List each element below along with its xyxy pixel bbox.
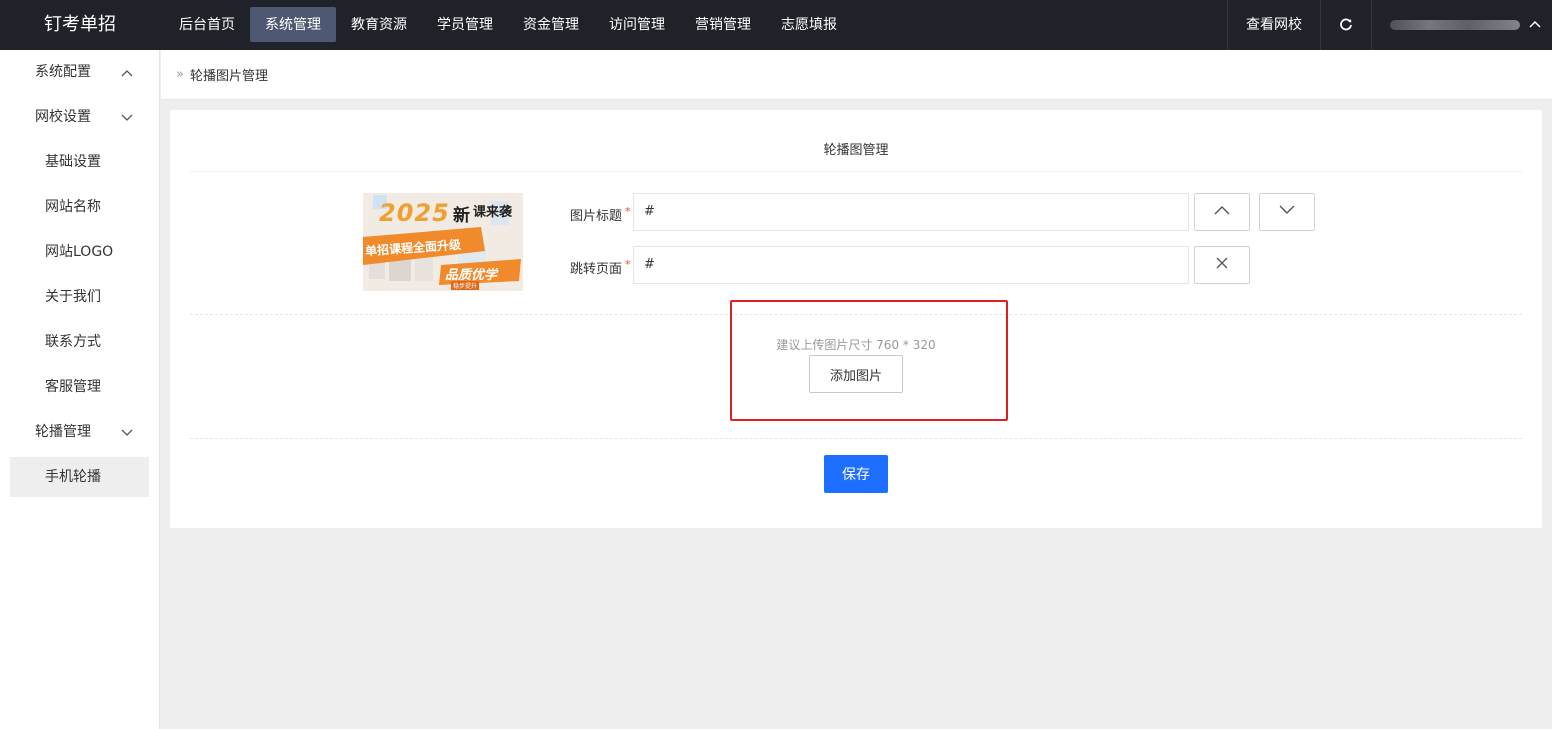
sidebar-item-customer-service[interactable]: 客服管理	[0, 365, 159, 410]
nav-label: 资金管理	[523, 17, 579, 33]
nav-item-dashboard[interactable]: 后台首页	[164, 0, 250, 50]
nav-item-education[interactable]: 教育资源	[336, 0, 422, 50]
sidebar-item-contact[interactable]: 联系方式	[0, 320, 159, 365]
main-nav: 后台首页 系统管理 教育资源 学员管理 资金管理 访问管理 营销管理 志愿填报	[164, 0, 852, 50]
sidebar-group-label: 网校设置	[35, 109, 91, 125]
nav-item-marketing[interactable]: 营销管理	[680, 0, 766, 50]
sidebar-item-about-us[interactable]: 关于我们	[0, 275, 159, 320]
carousel-editor-card: 轮播图管理 2025 新 课来袭 单招课程全面升级 品质优学 稳步提升 图片标题…	[170, 110, 1542, 528]
close-icon	[1215, 256, 1229, 274]
top-right-tools: 查看网校	[1227, 0, 1552, 50]
sidebar-item-site-name[interactable]: 网站名称	[0, 185, 159, 230]
sidebar-group-label: 轮播管理	[35, 424, 91, 440]
sidebar: 系统配置 网校设置 基础设置 网站名称 网站LOGO 关于我们 联系方式 客服管…	[0, 50, 160, 729]
nav-item-finance[interactable]: 资金管理	[508, 0, 594, 50]
nav-label: 访问管理	[609, 17, 665, 33]
double-chevron-right-icon: »	[176, 67, 184, 82]
sidebar-group-label: 系统配置	[35, 64, 91, 80]
chevron-down-icon	[1278, 204, 1296, 220]
sidebar-item-basic-settings[interactable]: 基础设置	[0, 140, 159, 185]
nav-label: 志愿填报	[781, 17, 837, 33]
sidebar-item-site-logo[interactable]: 网站LOGO	[0, 230, 159, 275]
nav-label: 学员管理	[437, 17, 493, 33]
link-field-label: 跳转页面 *	[570, 258, 631, 277]
label-text: 图片标题	[570, 209, 623, 224]
save-button[interactable]: 保存	[824, 455, 888, 493]
breadcrumb-current[interactable]: 轮播图片管理	[190, 65, 268, 84]
title-field-label: 图片标题 *	[570, 205, 631, 224]
required-mark: *	[625, 258, 631, 271]
label-text: 跳转页面	[570, 262, 623, 277]
banner-tag-courses: 课来袭	[473, 205, 513, 220]
sidebar-group-system-config[interactable]: 系统配置	[0, 50, 159, 95]
nav-label: 营销管理	[695, 17, 751, 33]
divider	[190, 438, 1522, 439]
nav-item-visits[interactable]: 访问管理	[594, 0, 680, 50]
refresh-icon[interactable]	[1321, 0, 1371, 50]
banner-tag-new: 新	[453, 206, 470, 226]
nav-item-application[interactable]: 志愿填报	[766, 0, 852, 50]
move-down-button[interactable]	[1259, 193, 1315, 231]
banner-year: 2025	[379, 199, 450, 227]
top-navbar: 钉考单招 后台首页 系统管理 教育资源 学员管理 资金管理 访问管理 营销管理 …	[0, 0, 1552, 50]
image-title-input[interactable]: #	[633, 193, 1189, 231]
card-title: 轮播图管理	[190, 110, 1522, 172]
nav-label: 系统管理	[265, 17, 321, 33]
annotation-highlight-box	[730, 300, 1008, 421]
delete-button[interactable]	[1194, 246, 1250, 284]
nav-label: 后台首页	[179, 17, 235, 33]
chevron-down-icon	[120, 95, 134, 140]
required-mark: *	[625, 205, 631, 218]
nav-item-system[interactable]: 系统管理	[250, 0, 336, 50]
username-redacted	[1390, 20, 1520, 30]
chevron-up-icon	[120, 50, 134, 95]
nav-item-students[interactable]: 学员管理	[422, 0, 508, 50]
banner-footer: 稳步提升	[451, 281, 480, 290]
view-site-link[interactable]: 查看网校	[1228, 0, 1320, 50]
chevron-up-icon	[1528, 18, 1542, 33]
jump-page-input[interactable]: #	[633, 246, 1189, 284]
sidebar-item-mobile-carousel[interactable]: 手机轮播	[10, 457, 149, 497]
carousel-banner-image[interactable]: 2025 新 课来袭 单招课程全面升级 品质优学 稳步提升	[363, 193, 523, 291]
chevron-up-icon	[1213, 204, 1231, 220]
breadcrumb: » 轮播图片管理	[161, 50, 1552, 100]
sidebar-group-carousel[interactable]: 轮播管理	[0, 410, 159, 455]
move-up-button[interactable]	[1194, 193, 1250, 231]
sidebar-group-site-settings[interactable]: 网校设置	[0, 95, 159, 140]
brand-logo[interactable]: 钉考单招	[0, 0, 160, 50]
nav-label: 教育资源	[351, 17, 407, 33]
user-menu[interactable]	[1372, 0, 1552, 50]
chevron-down-icon	[120, 410, 134, 455]
